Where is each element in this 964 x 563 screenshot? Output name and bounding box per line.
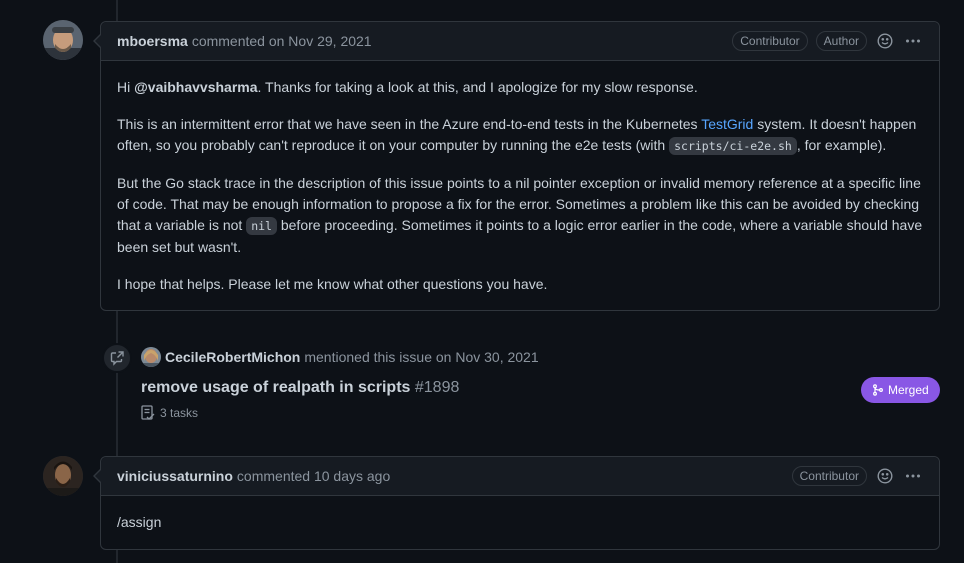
event-timestamp[interactable]: mentioned this issue on Nov 30, 2021 [304, 349, 538, 365]
comment-author[interactable]: viniciussaturnino [117, 468, 233, 484]
avatar-viniciussaturnino[interactable] [43, 456, 83, 496]
comment-paragraph: This is an intermittent error that we ha… [117, 114, 923, 157]
smiley-icon[interactable] [875, 466, 895, 486]
comment-timestamp[interactable]: commented 10 days ago [237, 468, 390, 484]
comment-viniciussaturnino: viniciussaturnino commented 10 days ago … [93, 456, 940, 550]
merged-status-badge: Merged [861, 377, 940, 403]
testgrid-link[interactable]: TestGrid [701, 116, 753, 132]
avatar-mboersma[interactable] [43, 20, 83, 60]
comment-header: viniciussaturnino commented 10 days ago … [101, 457, 939, 496]
task-count: 3 tasks [160, 406, 199, 420]
comment-body: Hi @vaibhavvsharma. Thanks for taking a … [101, 61, 939, 311]
inline-code: nil [246, 217, 277, 235]
merged-status-label: Merged [888, 383, 929, 397]
text: Hi [117, 79, 135, 95]
git-merge-icon [873, 384, 883, 396]
kebab-horizontal-icon[interactable] [903, 466, 923, 486]
issue-timeline: mboersma commented on Nov 29, 2021 Contr… [0, 0, 964, 563]
text: This is an intermittent error that we ha… [117, 116, 702, 132]
contributor-badge: Contributor [791, 466, 867, 486]
comment-paragraph: Hi @vaibhavvsharma. Thanks for taking a … [117, 77, 923, 98]
tasklist-icon [141, 405, 155, 420]
comment-paragraph: But the Go stack trace in the descriptio… [117, 173, 923, 258]
pr-number[interactable]: #1898 [415, 379, 460, 396]
cross-reference-icon [102, 343, 132, 373]
comment-paragraph: I hope that helps. Please let me know wh… [117, 276, 548, 292]
user-mention[interactable]: @vaibhavvsharma [134, 79, 257, 95]
comment-author[interactable]: mboersma [117, 33, 188, 49]
comment-header: mboersma commented on Nov 29, 2021 Contr… [101, 22, 939, 61]
pr-title-link[interactable]: remove usage of realpath in scripts #189… [141, 379, 459, 397]
avatar-cecilerobertmichon[interactable] [141, 347, 161, 367]
task-summary: 3 tasks [141, 405, 198, 421]
pr-title[interactable]: remove usage of realpath in scripts [141, 379, 410, 396]
event-author[interactable]: CecileRobertMichon [165, 349, 300, 365]
author-badge: Author [815, 31, 867, 51]
inline-code: scripts/ci-e2e.sh [669, 137, 797, 155]
comment-paragraph: /assign [117, 514, 162, 530]
smiley-icon[interactable] [875, 31, 895, 51]
comment-body: /assign [101, 496, 939, 549]
comment-mboersma: mboersma commented on Nov 29, 2021 Contr… [93, 21, 940, 311]
event-description: CecileRobertMichon mentioned this issue … [141, 347, 539, 367]
contributor-badge: Contributor [732, 31, 808, 51]
kebab-horizontal-icon[interactable] [903, 31, 923, 51]
comment-timestamp[interactable]: commented on Nov 29, 2021 [192, 33, 372, 49]
text: , for example). [796, 137, 887, 153]
text: . Thanks for taking a look at this, and … [257, 79, 698, 95]
